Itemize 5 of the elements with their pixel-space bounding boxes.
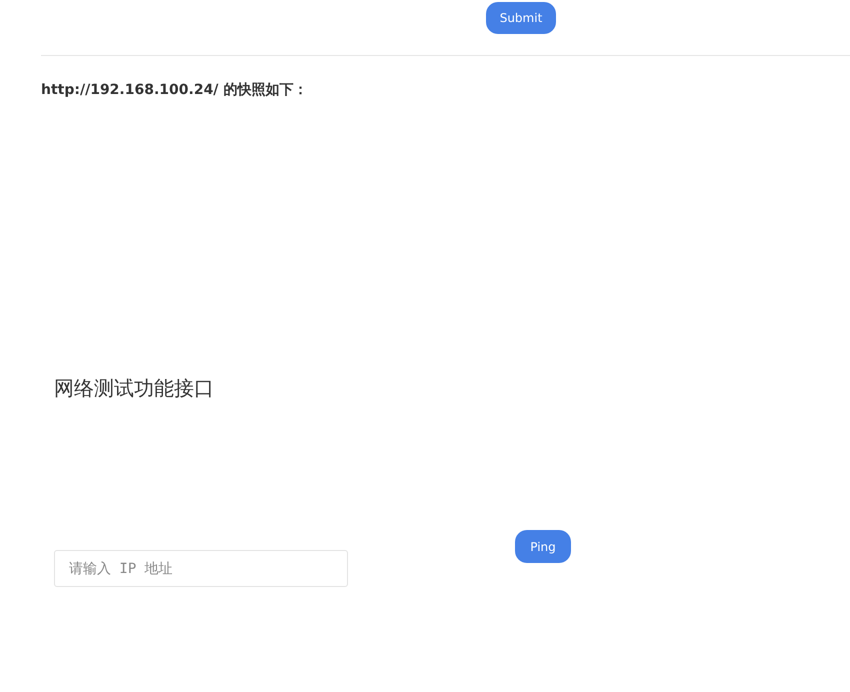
page-heading: 网络测试功能接口 (54, 376, 215, 400)
submit-button[interactable]: Submit (486, 2, 556, 34)
snapshot-caption: http://192.168.100.24/ 的快照如下： (41, 81, 308, 100)
ping-button[interactable]: Ping (515, 530, 571, 563)
ip-input-field[interactable]: 请输入 IP 地址 (54, 550, 348, 587)
